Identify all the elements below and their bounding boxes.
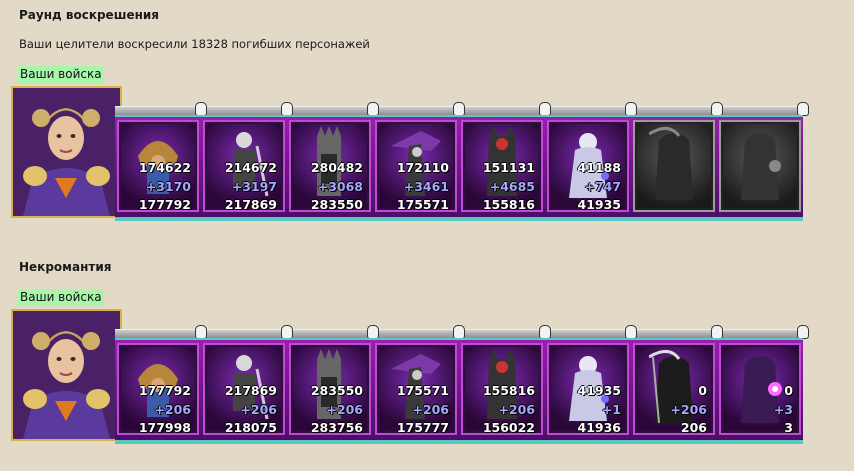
unit-count: 217869 [224,383,277,398]
unit-delta: +747 [584,179,621,194]
unit-delta: +206 [498,402,535,417]
unit-total: 206 [680,420,707,435]
bone-dragon-unit[interactable]: 172110 +3461 175571 [375,120,457,212]
reaper-unit-image [649,127,693,200]
unit-delta: +3 [773,402,793,417]
ogre-unit[interactable]: 177792 +206 177998 [117,343,199,435]
your-troops-badge: Ваши войска [18,289,104,306]
hero-image [13,311,120,439]
unit-delta: +3461 [403,179,449,194]
hero-image [13,88,120,216]
bone-dragon-unit[interactable]: 175571 +206 175777 [375,343,457,435]
unit-delta: +206 [412,402,449,417]
unit-total: 175777 [396,420,449,435]
army-panel: 177792 +206 177998 217869 +206 218075 283550 +2… [11,309,811,444]
lich-unit-image [741,133,781,200]
skull-icon [281,102,293,116]
skull-icon [367,325,379,339]
unit-strip: 177792 +206 177998 217869 +206 218075 283550 +2… [115,338,803,444]
unit-delta: +206 [326,402,363,417]
demon-knight-unit[interactable]: 155816 +206 156022 [461,343,543,435]
skull-icon [797,325,809,339]
hero-portrait[interactable] [11,309,122,441]
skull-icon [195,102,207,116]
unit-total: 218075 [224,420,277,435]
unit-count: 0 [698,383,707,398]
skull-icon [453,102,465,116]
unit-delta: +3197 [231,179,277,194]
unit-total: 283756 [310,420,363,435]
unit-count: 177792 [138,383,191,398]
unit-total: 177998 [138,420,191,435]
unit-strip: 174622 +3170 177792 214672 +3197 217869 280482… [115,115,803,221]
skull-icon [711,102,723,116]
unit-count: 174622 [138,160,191,175]
reaper-unit[interactable]: 0 +206 206 [633,343,715,435]
skull-icon [711,325,723,339]
unit-total: 156022 [482,420,535,435]
unit-count: 283550 [310,383,363,398]
your-troops-badge: Ваши войска [18,66,104,83]
section-description: Ваши целители воскресили 18328 погибших … [19,37,370,51]
skull-icon [539,325,551,339]
ghost-maiden-unit[interactable]: 41935 +1 41936 [547,343,629,435]
unit-total: 177792 [138,197,191,212]
necromancy-section: Некромантия [19,260,111,274]
unit-delta: +3170 [145,179,191,194]
section-title: Некромантия [19,260,112,274]
unit-total: 175571 [396,197,449,212]
skull-icon [797,102,809,116]
unit-delta: +3068 [317,179,363,194]
army-panel: 174622 +3170 177792 214672 +3197 217869 280482… [11,86,811,221]
section-title: Раунд воскрешения [19,8,159,22]
unit-delta: +206 [670,402,707,417]
ghost-maiden-unit[interactable]: 41188 +747 41935 [547,120,629,212]
skull-icon [539,102,551,116]
unit-total: 283550 [310,197,363,212]
lich-unit[interactable] [719,120,801,212]
unit-count: 214672 [224,160,277,175]
unit-count: 155816 [482,383,535,398]
hero-portrait[interactable] [11,86,122,218]
unit-total: 41936 [577,420,622,435]
lich-unit[interactable]: 0 +3 3 [719,343,801,435]
spiked-knight-unit[interactable]: 280482 +3068 283550 [289,120,371,212]
unit-delta: +1 [601,402,621,417]
unit-count: 41935 [577,383,622,398]
unit-count: 41188 [577,160,622,175]
skull-icon [625,102,637,116]
unit-delta: +206 [240,402,277,417]
demon-knight-unit[interactable]: 151131 +4685 155816 [461,120,543,212]
unit-count: 172110 [396,160,449,175]
reaper-unit[interactable] [633,120,715,212]
unit-total: 41935 [577,197,622,212]
unit-count: 280482 [310,160,363,175]
resurrection-section: Раунд воскрешения Ваши целители воскреси… [19,8,370,51]
unit-delta: +4685 [489,179,535,194]
skull-icon [195,325,207,339]
skeleton-warrior-unit[interactable]: 214672 +3197 217869 [203,120,285,212]
skull-icon [453,325,465,339]
unit-total: 217869 [224,197,277,212]
unit-total: 3 [784,420,793,435]
unit-count: 0 [784,383,793,398]
spiked-knight-unit[interactable]: 283550 +206 283756 [289,343,371,435]
skull-icon [625,325,637,339]
skull-icon [281,325,293,339]
skeleton-warrior-unit[interactable]: 217869 +206 218075 [203,343,285,435]
ogre-unit[interactable]: 174622 +3170 177792 [117,120,199,212]
unit-delta: +206 [154,402,191,417]
unit-count: 175571 [396,383,449,398]
skull-icon [367,102,379,116]
unit-count: 151131 [482,160,535,175]
unit-total: 155816 [482,197,535,212]
